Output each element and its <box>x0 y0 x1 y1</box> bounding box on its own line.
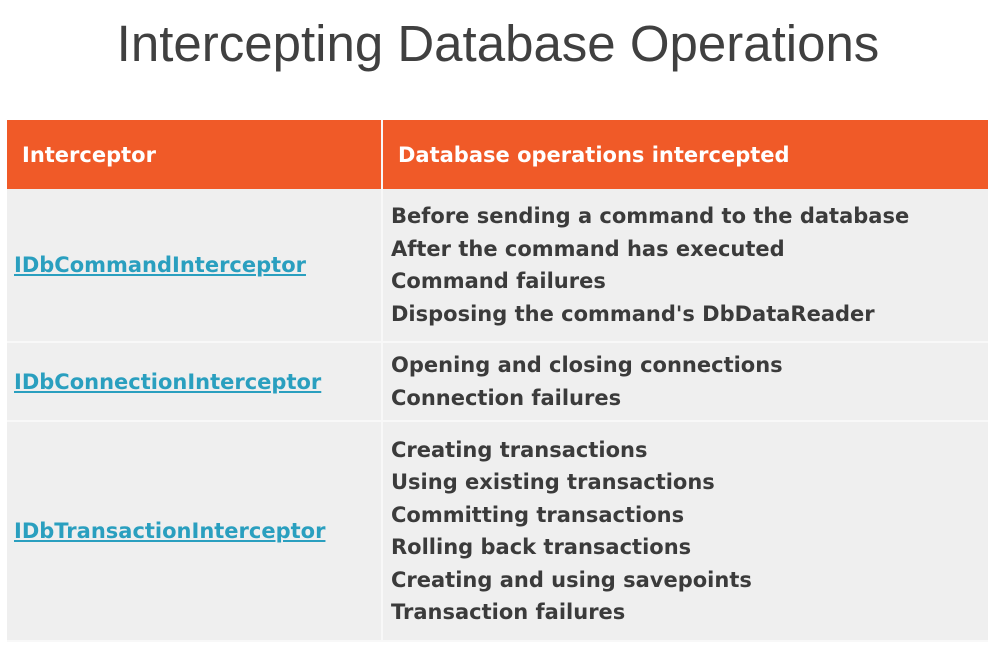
operation-item: Before sending a command to the database <box>391 204 910 228</box>
operation-item: Creating and using savepoints <box>391 567 752 592</box>
operation-item: Creating transactions <box>391 437 648 462</box>
operation-item: Disposing the command's DbDataReader <box>391 301 875 326</box>
slide-title: Intercepting Database Operations <box>116 15 880 72</box>
interceptor-cell: IDbCommandInterceptor <box>7 189 383 343</box>
operations-cell: Before sending a command to the database… <box>382 189 988 343</box>
operation-item: Command failures <box>391 269 606 293</box>
table-header-row: Interceptor Database operations intercep… <box>7 120 988 189</box>
operation-item: Using existing transactions <box>391 470 715 494</box>
column-header-operations: Database operations intercepted <box>382 120 988 189</box>
column-header-interceptor: Interceptor <box>7 120 383 189</box>
table-row: IDbConnectionInterceptor Opening and clo… <box>7 342 988 422</box>
operations-cell: Creating transactions Using existing tra… <box>382 421 988 642</box>
operations-cell: Opening and closing connections Connecti… <box>382 342 988 422</box>
interceptor-cell: IDbConnectionInterceptor <box>7 342 383 422</box>
interceptor-link-connection[interactable]: IDbConnectionInterceptor <box>14 370 321 394</box>
table-row: IDbCommandInterceptor Before sending a c… <box>7 189 988 343</box>
operation-item: Committing transactions <box>391 502 685 527</box>
operation-item: After the command has executed <box>391 236 785 261</box>
table-row: IDbTransactionInterceptor Creating trans… <box>7 421 988 642</box>
operation-item: Rolling back transactions <box>391 535 692 559</box>
operation-item: Opening and closing connections <box>391 353 783 377</box>
interceptor-link-command[interactable]: IDbCommandInterceptor <box>14 253 306 277</box>
interceptor-link-transaction[interactable]: IDbTransactionInterceptor <box>14 519 325 543</box>
operation-item: Transaction failures <box>391 600 626 624</box>
interceptor-cell: IDbTransactionInterceptor <box>7 421 383 642</box>
interceptors-table: Interceptor Database operations intercep… <box>7 120 988 642</box>
operation-item: Connection failures <box>391 385 622 410</box>
